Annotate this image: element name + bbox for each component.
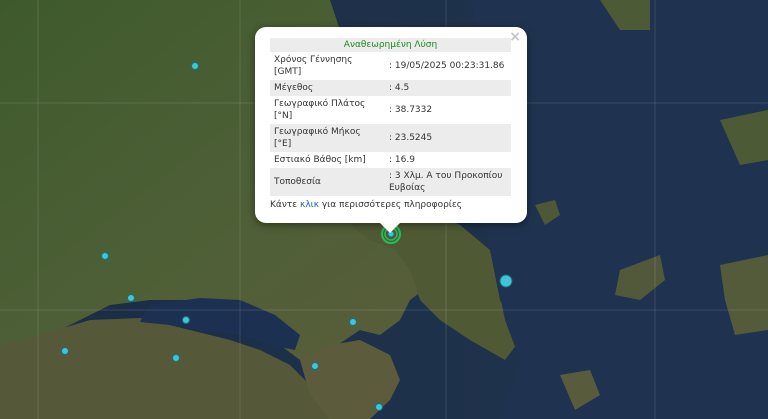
event-details-table: Αναθεωρημένη Λύση Χρόνος Γέννησης [GMT] … bbox=[270, 38, 511, 196]
earthquake-marker[interactable] bbox=[127, 294, 135, 302]
magnitude-label: Μέγεθος bbox=[270, 80, 383, 96]
location-label: Τοποθεσία bbox=[270, 168, 383, 196]
origin-time-label: Χρόνος Γέννησης [GMT] bbox=[274, 55, 353, 77]
location-value: : 3 Χλμ. Α του Προκοπίου Ευβοίας bbox=[383, 168, 511, 196]
origin-time-value: : 19/05/2025 00:23:31.86 bbox=[389, 61, 505, 71]
footer-suffix: για περισσότερες πληροφορίες bbox=[319, 200, 463, 210]
earthquake-marker[interactable] bbox=[61, 347, 69, 355]
event-popup: × Αναθεωρημένη Λύση Χρόνος Γέννησης [GMT… bbox=[255, 27, 527, 233]
depth-label: Εστιακό Βάθος [km] bbox=[274, 155, 366, 165]
longitude-value: : 23.5245 bbox=[383, 124, 511, 152]
depth-value: : 16.9 bbox=[389, 155, 415, 165]
longitude-label: Γεωγραφικό Μήκος [°E] bbox=[270, 124, 383, 152]
earthquake-marker[interactable] bbox=[375, 403, 383, 411]
earthquake-marker[interactable] bbox=[311, 362, 319, 370]
popup-title: Αναθεωρημένη Λύση bbox=[270, 38, 511, 52]
earthquake-marker-large[interactable] bbox=[499, 274, 513, 288]
footer-prefix: Κάντε bbox=[270, 200, 301, 210]
popup-footer: Κάντε κλικ για περισσότερες πληροφορίες bbox=[270, 200, 511, 210]
latitude-label: Γεωγραφικό Πλάτος [°N] bbox=[274, 99, 366, 121]
earthquake-marker[interactable] bbox=[182, 316, 190, 324]
close-icon[interactable]: × bbox=[509, 29, 521, 45]
earthquake-marker[interactable] bbox=[349, 318, 357, 326]
earthquake-marker[interactable] bbox=[101, 252, 109, 260]
magnitude-value: : 4.5 bbox=[383, 80, 511, 96]
latitude-value: : 38.7332 bbox=[389, 105, 433, 115]
earthquake-marker[interactable] bbox=[172, 354, 180, 362]
more-info-link[interactable]: κλικ bbox=[300, 200, 319, 210]
earthquake-marker[interactable] bbox=[191, 62, 199, 70]
